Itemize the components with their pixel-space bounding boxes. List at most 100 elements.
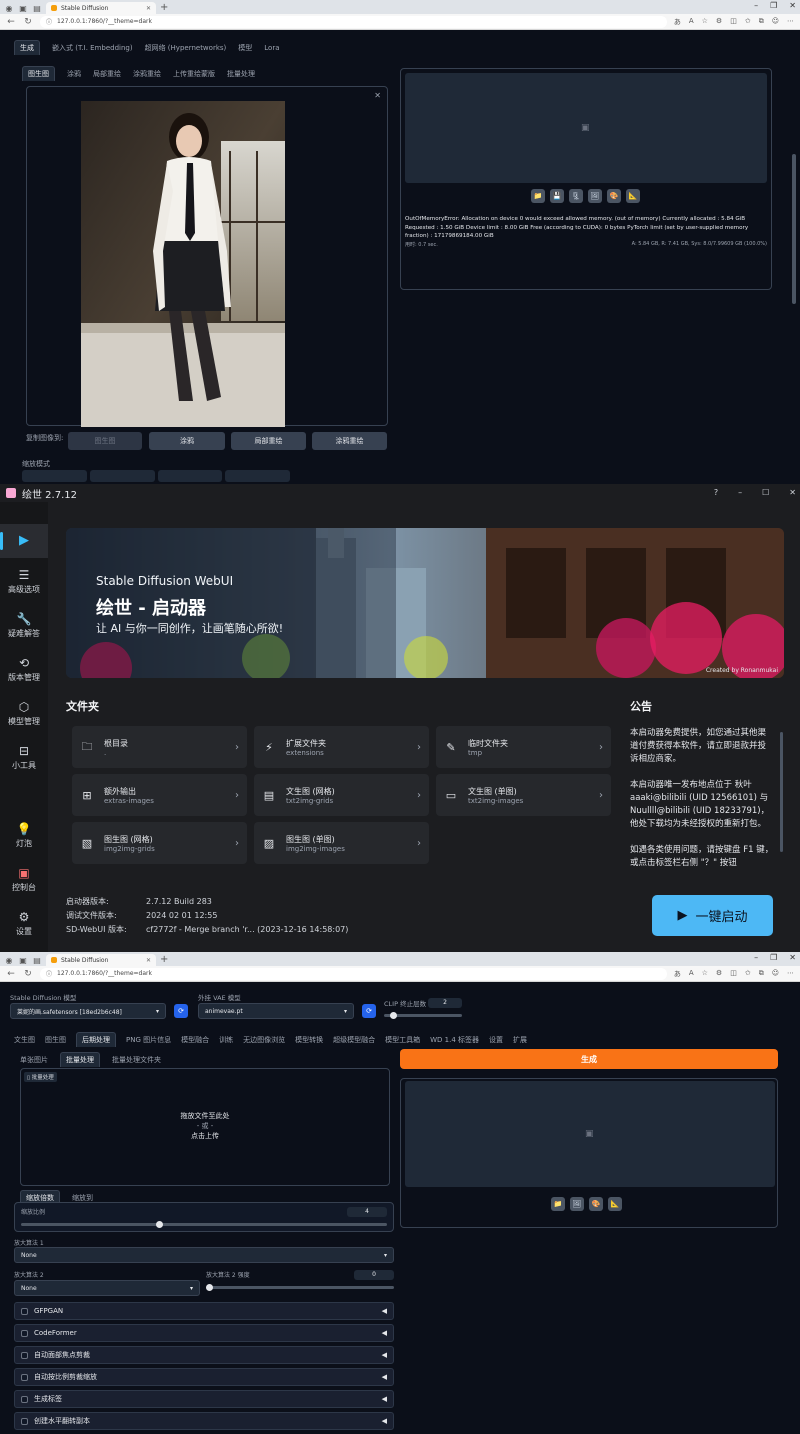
copy-to-img2img-button[interactable]: 图生图 (68, 432, 142, 450)
read-aloud-icon[interactable]: A (689, 969, 694, 979)
favorite-icon[interactable]: ☆ (702, 17, 708, 27)
sidebar-item-models[interactable]: ⬡ 模型管理 (0, 700, 48, 727)
restore-icon[interactable]: ❐ (770, 1, 777, 10)
folder-card[interactable]: ⊞ 额外输出 extras-images › (72, 774, 247, 816)
tab-embedding[interactable]: 嵌入式 (T.I. Embedding) (52, 43, 133, 53)
accordion-item[interactable]: GFPGAN ◀ (14, 1302, 394, 1320)
accordion-item[interactable]: 生成标签 ◀ (14, 1390, 394, 1408)
maximize-icon[interactable]: ☐ (762, 488, 769, 497)
folder-card[interactable]: ⚡ 扩展文件夹 extensions › (254, 726, 429, 768)
clip-skip-input[interactable]: 2 (428, 998, 462, 1008)
tab-supermerger[interactable]: 超级模型融合 (333, 1035, 375, 1045)
profile-avatar-icon[interactable]: ☺ (772, 969, 779, 979)
refresh-models-icon[interactable]: ⟳ (174, 1004, 188, 1018)
minimize-icon[interactable]: – (754, 1, 758, 10)
favorites-icon[interactable]: ✩ (745, 17, 751, 27)
tab-txt2img[interactable]: 文生图 (14, 1035, 35, 1045)
accordion-item[interactable]: CodeFormer ◀ (14, 1324, 394, 1342)
sidebar-item-tools[interactable]: ⊟ 小工具 (0, 744, 48, 771)
enable-checkbox[interactable] (21, 1395, 28, 1403)
sidebar-item-settings[interactable]: ⚙ 设置 (0, 910, 48, 937)
page-scrollbar[interactable] (792, 154, 796, 304)
collapse-triangle-icon[interactable]: ◀ (382, 1395, 387, 1403)
collections-icon[interactable]: ⧉ (759, 17, 764, 27)
sidebar-item-advanced[interactable]: ☰ 高级选项 (0, 568, 48, 595)
help-icon[interactable]: ? (714, 488, 718, 497)
collapse-triangle-icon[interactable]: ◀ (382, 1329, 387, 1337)
workspaces-icon[interactable]: ▣ (18, 956, 28, 966)
clip-skip-slider[interactable] (384, 1012, 462, 1019)
tab-scale-to[interactable]: 缩放到 (72, 1193, 93, 1203)
refresh-icon[interactable]: ↻ (23, 969, 33, 979)
browser-tab[interactable]: Stable Diffusion ✕ (46, 2, 156, 14)
tab-generate[interactable]: 生成 (14, 40, 40, 55)
folder-card[interactable]: ✎ 临时文件夹 tmp › (436, 726, 611, 768)
tab-single-image[interactable]: 单张图片 (20, 1055, 48, 1065)
back-icon[interactable]: ← (6, 17, 16, 27)
tab-train[interactable]: 训练 (219, 1035, 233, 1045)
accordion-item[interactable]: 自动按比例剪裁缩放 ◀ (14, 1368, 394, 1386)
tab-model-toolkit[interactable]: 模型工具箱 (385, 1035, 420, 1045)
upload-dropzone[interactable]: ▯ 批量处理 拖放文件至此处 - 或 - 点击上传 (20, 1068, 390, 1186)
tab-extras[interactable]: 后期处理 (76, 1032, 116, 1047)
scale-slider[interactable] (21, 1221, 387, 1228)
split-screen-icon[interactable]: ◫ (730, 969, 737, 979)
input-image-panel[interactable]: ✕ (26, 86, 388, 427)
browser-tab[interactable]: Stable Diffusion ✕ (46, 954, 156, 966)
save-icon[interactable]: 💾 (550, 189, 564, 203)
copy-to-sketch-button[interactable]: 涂鸦 (149, 432, 225, 450)
collections-icon[interactable]: ⧉ (759, 969, 764, 979)
send-to-img2img-icon[interactable]: 🖼 (570, 1197, 584, 1211)
folder-card[interactable]: ▧ 图生图 (网格) img2img-grids › (72, 822, 247, 864)
close-window-icon[interactable]: ✕ (789, 488, 796, 497)
close-tab-icon[interactable]: ✕ (146, 957, 151, 964)
new-tab-icon[interactable]: + (160, 2, 168, 14)
slider-knob[interactable] (155, 1221, 163, 1228)
split-screen-icon[interactable]: ◫ (730, 17, 737, 27)
upscaler2-select[interactable]: None ▾ (14, 1280, 200, 1296)
vae-select[interactable]: animevae.pt ▾ (198, 1003, 354, 1019)
profile-avatar-icon[interactable]: ☺ (772, 17, 779, 27)
sidebar-item-launch[interactable]: ▶ (0, 524, 48, 558)
sidebar-item-troubleshoot[interactable]: 🔧 疑难解答 (0, 612, 48, 639)
extensions-icon[interactable]: ⚙ (716, 17, 722, 27)
launch-button[interactable]: ▶ 一键启动 (652, 895, 773, 936)
send-to-inpaint-icon[interactable]: 🎨 (607, 189, 621, 203)
tab-model-converter[interactable]: 模型转换 (295, 1035, 323, 1045)
upscaler2-visibility-slider[interactable] (206, 1284, 394, 1291)
workspaces-icon[interactable]: ▣ (18, 4, 28, 14)
favorites-icon[interactable]: ✩ (745, 969, 751, 979)
tab-inpaint-sketch[interactable]: 涂鸦重绘 (133, 69, 161, 79)
tab-batch[interactable]: 批量处理 (227, 69, 255, 79)
copy-to-inpaint-button[interactable]: 局部重绘 (231, 432, 306, 450)
close-tab-icon[interactable]: ✕ (146, 5, 151, 12)
slider-knob[interactable] (206, 1284, 213, 1291)
new-tab-icon[interactable]: + (160, 954, 168, 966)
close-window-icon[interactable]: ✕ (789, 1, 796, 10)
read-aloud-icon[interactable]: A (689, 17, 694, 27)
clear-image-icon[interactable]: ✕ (374, 91, 381, 100)
slider-knob[interactable] (389, 1012, 397, 1019)
url-field[interactable]: ⓘ 127.0.0.1:7860/?__theme=dark (40, 15, 667, 28)
enable-checkbox[interactable] (21, 1307, 28, 1315)
tab-batch-folder[interactable]: 批量处理文件夹 (112, 1055, 161, 1065)
tab-settings[interactable]: 设置 (489, 1035, 503, 1045)
enable-checkbox[interactable] (21, 1417, 28, 1425)
upscaler2-visibility-input[interactable]: 0 (354, 1270, 394, 1280)
tab-infinite-browser[interactable]: 无边图像浏览 (243, 1035, 285, 1045)
upscaler1-select[interactable]: None ▾ (14, 1247, 394, 1263)
tab-inpaint-upload[interactable]: 上传重绘蒙版 (173, 69, 215, 79)
resize-mode-options[interactable] (22, 470, 290, 482)
refresh-vae-icon[interactable]: ⟳ (362, 1004, 376, 1018)
folder-card[interactable]: ▤ 文生图 (网格) txt2img-grids › (254, 774, 429, 816)
collapse-triangle-icon[interactable]: ◀ (382, 1417, 387, 1425)
tab-inpaint[interactable]: 局部重绘 (93, 69, 121, 79)
enable-checkbox[interactable] (21, 1329, 28, 1337)
tab-png-info[interactable]: PNG 图片信息 (126, 1035, 171, 1045)
folder-card[interactable]: ▨ 图生图 (单图) img2img-images › (254, 822, 429, 864)
scale-input[interactable]: 4 (347, 1207, 387, 1217)
notice-scrollbar[interactable] (780, 732, 783, 852)
tab-checkpoint-merger[interactable]: 模型融合 (181, 1035, 209, 1045)
translate-icon[interactable]: あ (674, 17, 681, 27)
minimize-icon[interactable]: – (754, 953, 758, 962)
